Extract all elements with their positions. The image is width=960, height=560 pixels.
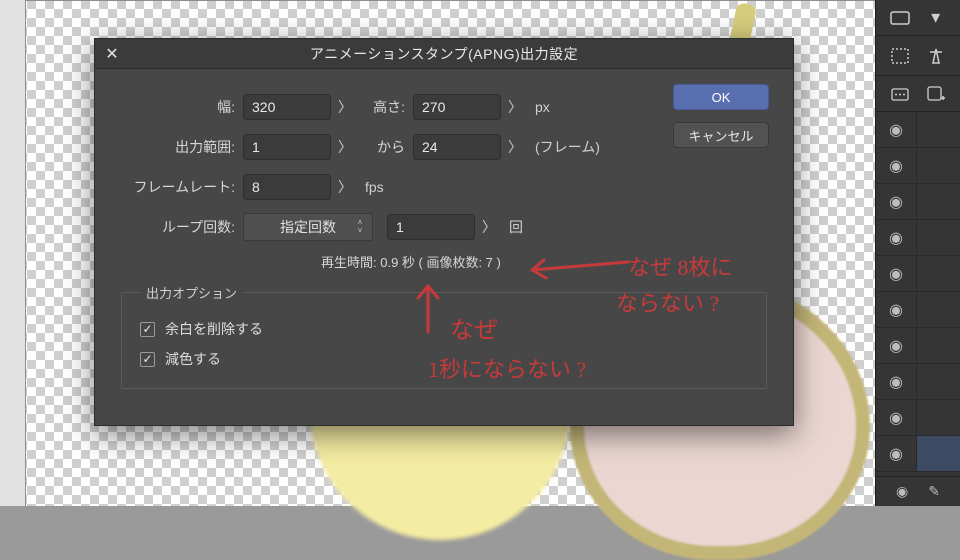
fps-label: フレームレート:: [121, 177, 243, 197]
right-panel: ▾ ◉ ◉ ◉ ◉ ◉ ◉ ◉ ◉ ◉ ◉ ◉ ✎: [875, 0, 960, 506]
playtime-readout: 再生時間: 0.9 秒 ( 画像枚数: 7 ): [121, 247, 767, 275]
width-label: 幅:: [121, 97, 243, 117]
loop-count-input[interactable]: 1: [387, 214, 475, 240]
reduce-color-checkbox[interactable]: ✓ 減色する: [140, 344, 748, 374]
layer-row[interactable]: ◉: [876, 328, 960, 364]
width-stepper[interactable]: 〉: [331, 97, 359, 117]
layer-row[interactable]: ◉: [876, 256, 960, 292]
folder-dots-icon[interactable]: [889, 83, 911, 105]
width-input[interactable]: 320: [243, 94, 331, 120]
trim-margin-checkbox[interactable]: ✓ 余白を削除する: [140, 314, 748, 344]
fps-unit: fps: [359, 179, 390, 195]
dialog-title: アニメーションスタンプ(APNG)出力設定: [129, 44, 759, 64]
size-unit: px: [529, 99, 556, 115]
visibility-eye-icon[interactable]: ◉: [876, 156, 916, 176]
layer-row[interactable]: ◉: [876, 400, 960, 436]
range-from-input[interactable]: 1: [243, 134, 331, 160]
pencil-icon[interactable]: ✎: [928, 483, 940, 500]
range-to-label: から: [359, 137, 413, 157]
loop-label: ループ回数:: [121, 217, 243, 237]
dialog-titlebar: ✕ アニメーションスタンプ(APNG)出力設定: [95, 39, 793, 69]
range-from-stepper[interactable]: 〉: [331, 137, 359, 157]
new-layer-plus-icon[interactable]: [925, 83, 947, 105]
layer-row[interactable]: ◉: [876, 112, 960, 148]
selection-rect-icon[interactable]: [889, 45, 911, 67]
reduce-color-label: 減色する: [165, 349, 221, 369]
close-icon[interactable]: ✕: [95, 44, 129, 64]
panel-rect-icon[interactable]: [889, 7, 911, 29]
visibility-eye-icon[interactable]: ◉: [876, 444, 916, 464]
visibility-eye-icon[interactable]: ◉: [896, 483, 908, 500]
visibility-eye-icon[interactable]: ◉: [876, 192, 916, 212]
height-stepper[interactable]: 〉: [501, 97, 529, 117]
height-input[interactable]: 270: [413, 94, 501, 120]
lighthouse-icon[interactable]: [925, 45, 947, 67]
output-options-group: 出力オプション ✓ 余白を削除する ✓ 減色する: [121, 283, 767, 389]
height-label: 高さ:: [359, 97, 413, 117]
range-label: 出力範囲:: [121, 137, 243, 157]
checkmark-icon: ✓: [140, 352, 155, 367]
visibility-eye-icon[interactable]: ◉: [876, 120, 916, 140]
loop-count-stepper[interactable]: 〉: [475, 217, 503, 237]
select-spinner-icon[interactable]: ˄˅: [352, 215, 368, 239]
range-to-input[interactable]: 24: [413, 134, 501, 160]
visibility-eye-icon[interactable]: ◉: [876, 336, 916, 356]
loop-mode-select[interactable]: 指定回数 ˄˅: [243, 213, 373, 241]
layer-row[interactable]: ◉: [876, 184, 960, 220]
apng-export-dialog: ✕ アニメーションスタンプ(APNG)出力設定 OK キャンセル 幅: 320 …: [94, 38, 794, 426]
cancel-button[interactable]: キャンセル: [673, 122, 769, 148]
visibility-eye-icon[interactable]: ◉: [876, 408, 916, 428]
layer-row[interactable]: ◉: [876, 292, 960, 328]
output-options-legend: 出力オプション: [140, 283, 243, 302]
loop-unit: 回: [503, 217, 529, 237]
visibility-eye-icon[interactable]: ◉: [876, 372, 916, 392]
layer-row[interactable]: ◉: [876, 364, 960, 400]
layer-row[interactable]: ◉: [876, 220, 960, 256]
panel-menu-icon[interactable]: ▾: [925, 7, 947, 29]
visibility-eye-icon[interactable]: ◉: [876, 300, 916, 320]
ok-button[interactable]: OK: [673, 84, 769, 110]
range-to-stepper[interactable]: 〉: [501, 137, 529, 157]
trim-margin-label: 余白を削除する: [165, 319, 263, 339]
visibility-eye-icon[interactable]: ◉: [876, 264, 916, 284]
range-unit: (フレーム): [529, 137, 606, 157]
ruler-left: [0, 0, 26, 506]
layer-row[interactable]: ◉: [876, 148, 960, 184]
fps-stepper[interactable]: 〉: [331, 177, 359, 197]
checkmark-icon: ✓: [140, 322, 155, 337]
layer-list: ◉ ◉ ◉ ◉ ◉ ◉ ◉ ◉ ◉ ◉: [876, 112, 960, 476]
layer-row[interactable]: ◉: [876, 436, 960, 472]
fps-input[interactable]: 8: [243, 174, 331, 200]
loop-mode-value: 指定回数: [280, 217, 336, 237]
visibility-eye-icon[interactable]: ◉: [876, 228, 916, 248]
